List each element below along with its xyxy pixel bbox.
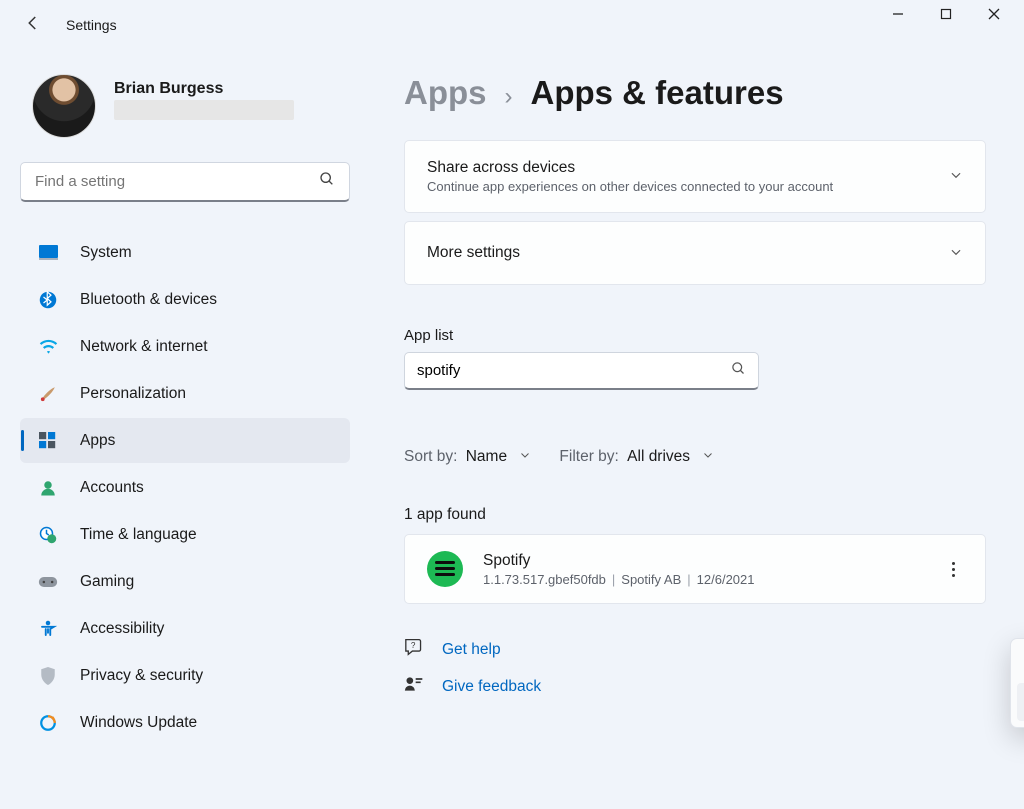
get-help-link[interactable]: Get help [442, 641, 501, 659]
app-context-menu: Modify Uninstall [1010, 638, 1024, 728]
find-setting-search[interactable] [20, 162, 350, 202]
window-controls [892, 8, 1016, 23]
feedback-icon [404, 675, 424, 698]
sidebar-item-label: Windows Update [80, 714, 197, 732]
sidebar-item-bluetooth[interactable]: Bluetooth & devices [20, 277, 350, 322]
shield-icon [38, 666, 58, 686]
avatar[interactable] [32, 74, 96, 138]
app-search-input[interactable] [417, 362, 731, 379]
card-title: More settings [427, 244, 949, 262]
sidebar-item-accessibility[interactable]: Accessibility [20, 606, 350, 651]
sidebar-item-label: Privacy & security [80, 667, 203, 685]
wifi-icon [38, 337, 58, 357]
profile-email-redacted [114, 100, 294, 120]
sidebar-item-label: Accessibility [80, 620, 164, 638]
context-menu-modify: Modify [1017, 645, 1024, 683]
sort-by-dropdown[interactable]: Sort by: Name [404, 448, 531, 466]
help-icon: ? [404, 638, 424, 661]
app-list-search[interactable] [404, 352, 759, 390]
sidebar-item-label: Time & language [80, 526, 197, 544]
breadcrumb-parent[interactable]: Apps [404, 74, 487, 112]
window-title: Settings [66, 17, 117, 33]
sidebar-item-accounts[interactable]: Accounts [20, 465, 350, 510]
person-icon [38, 478, 58, 498]
card-subtitle: Continue app experiences on other device… [427, 179, 949, 194]
context-menu-uninstall[interactable]: Uninstall [1017, 683, 1024, 721]
more-settings-card[interactable]: More settings [404, 221, 986, 285]
chevron-down-icon [702, 448, 714, 465]
search-input[interactable] [35, 173, 319, 190]
sidebar-item-apps[interactable]: Apps [20, 418, 350, 463]
search-icon [319, 171, 335, 192]
close-button[interactable] [988, 8, 1000, 23]
clock-globe-icon [38, 525, 58, 545]
chevron-down-icon [949, 168, 963, 185]
app-list-label: App list [404, 327, 986, 344]
profile-name: Brian Burgess [114, 80, 294, 98]
bluetooth-icon [38, 290, 58, 310]
accessibility-icon [38, 619, 58, 639]
gamepad-icon [38, 572, 58, 592]
search-icon [731, 361, 746, 381]
apps-found-count: 1 app found [404, 506, 986, 524]
sidebar-item-label: Network & internet [80, 338, 208, 356]
chevron-right-icon: › [505, 83, 513, 111]
brush-icon [38, 384, 58, 404]
sidebar-item-label: Accounts [80, 479, 144, 497]
back-button[interactable] [24, 14, 48, 37]
apps-icon [38, 431, 58, 451]
maximize-button[interactable] [940, 8, 952, 23]
give-feedback-link[interactable]: Give feedback [442, 678, 541, 696]
chevron-down-icon [519, 448, 531, 465]
app-name: Spotify [483, 552, 932, 570]
sidebar-item-windows-update[interactable]: Windows Update [20, 700, 350, 745]
card-title: Share across devices [427, 159, 949, 177]
sidebar-item-network[interactable]: Network & internet [20, 324, 350, 369]
sidebar-item-personalization[interactable]: Personalization [20, 371, 350, 416]
breadcrumb: Apps › Apps & features [404, 74, 986, 112]
sidebar-item-label: System [80, 244, 132, 262]
chevron-down-icon [949, 245, 963, 262]
sidebar-item-time-language[interactable]: Time & language [20, 512, 350, 557]
sidebar-item-label: Apps [80, 432, 115, 450]
more-options-button[interactable] [952, 562, 963, 577]
system-icon [38, 243, 58, 263]
svg-text:?: ? [411, 641, 416, 650]
app-row-spotify[interactable]: Spotify 1.1.73.517.gbef50fdb|Spotify AB|… [404, 534, 986, 604]
sidebar-item-system[interactable]: System [20, 230, 350, 275]
page-title: Apps & features [531, 74, 784, 112]
sidebar-item-privacy[interactable]: Privacy & security [20, 653, 350, 698]
sidebar-item-label: Bluetooth & devices [80, 291, 217, 309]
share-across-devices-card[interactable]: Share across devices Continue app experi… [404, 140, 986, 213]
filter-by-dropdown[interactable]: Filter by: All drives [559, 448, 714, 466]
sidebar-item-label: Gaming [80, 573, 134, 591]
update-icon [38, 713, 58, 733]
app-meta: 1.1.73.517.gbef50fdb|Spotify AB|12/6/202… [483, 572, 932, 587]
minimize-button[interactable] [892, 8, 904, 23]
spotify-icon [427, 551, 463, 587]
sidebar-item-label: Personalization [80, 385, 186, 403]
sidebar-item-gaming[interactable]: Gaming [20, 559, 350, 604]
